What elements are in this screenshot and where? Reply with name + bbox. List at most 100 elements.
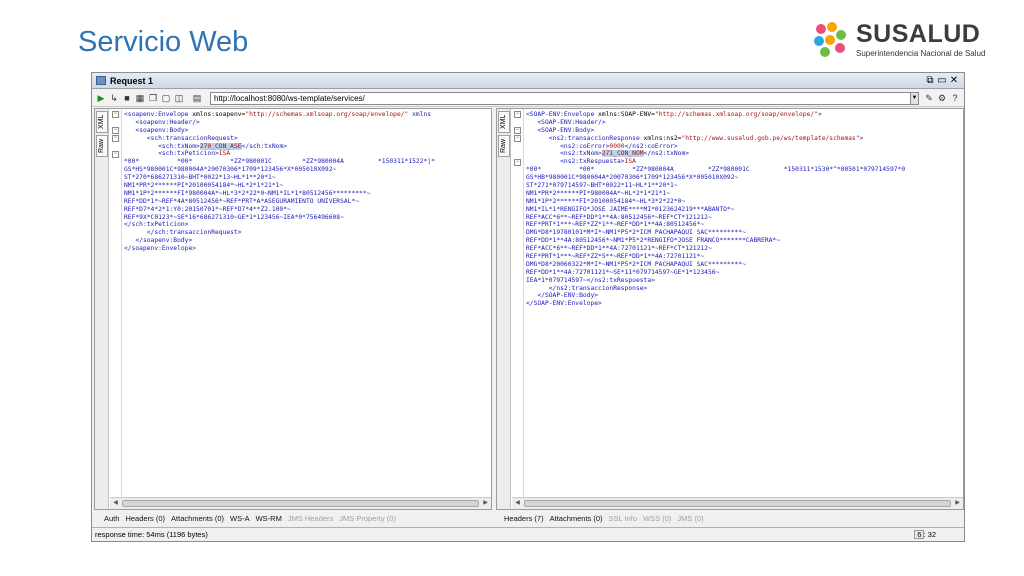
fold-toggle[interactable]: − [514,159,521,166]
code-line: <sch:transaccionRequest> [124,135,485,143]
code-line: *00* *00* *ZZ*980001C *ZZ*980004A *15031… [124,158,485,166]
scroll-left-icon[interactable]: ◀ [513,499,522,508]
endpoint-edit-icon[interactable]: ✎ [924,93,934,103]
response-side-tabs: XML Raw [497,109,511,509]
close-icon[interactable]: ✕ [948,75,960,86]
code-token: 271_CON_NOM [601,150,644,158]
format-icon[interactable]: ▤ [192,93,202,103]
tab-raw[interactable]: Raw [498,135,510,157]
stop-icon[interactable]: ■ [122,93,132,103]
code-token: ST*271*079714597~BHT*0022*11~HL*1**20*1~ [526,182,678,190]
split-icon[interactable]: ◫ [174,93,184,103]
tab-headers-7[interactable]: Headers (7) [504,514,544,523]
scroll-left-icon[interactable]: ◀ [111,499,120,508]
paste-icon[interactable]: ▢ [161,93,171,103]
tab-ws-rm[interactable]: WS-RM [256,514,282,523]
tab-jms-headers[interactable]: JMS Headers [288,514,333,523]
code-line: REF*PRT*1***~REF*ZZ*1**~REF*DD*1**4A:805… [526,221,957,229]
soapui-request-window: Request 1 ⧉ ▭ ✕ ▶ ↳ ■ ▦ ❐ ▢ ◫ ▤ http://loc… [91,72,965,542]
scrollbar-thumb[interactable] [524,500,951,507]
code-token: REF*D7*4*2*1:Y0:20150701*~REF*D7*4**Z2.1… [124,205,291,213]
code-line: NM1*1P*2******FI*20100054184*~HL*3*2*22*… [526,198,957,206]
fold-gutter: − − − − [110,109,122,509]
code-token: "http://www.susalud.gob.pe/ws/template/s… [681,134,860,142]
tab-attachments-0[interactable]: Attachments (0) [550,514,603,523]
code-token: <ns2:txRespuesta> [526,158,625,166]
fold-toggle[interactable]: − [112,135,119,142]
add-icon[interactable]: ↳ [109,93,119,103]
tab-wss-0[interactable]: WSS (0) [643,514,671,523]
code-token: </SOAP-ENV:Envelope> [526,300,602,308]
tab-raw[interactable]: Raw [96,135,108,157]
detach-icon[interactable]: ⧉ [924,75,936,86]
code-line: GS*HB*980001C*980004A*20070306*1709*1234… [526,174,957,182]
fold-toggle[interactable]: − [112,151,119,158]
code-line: NM1*IL*1*RENGIFO*JOSE JAIME****MI*012362… [526,206,957,214]
tab-headers-0[interactable]: Headers (0) [125,514,165,523]
tab-attachments-0[interactable]: Attachments (0) [171,514,224,523]
help-icon[interactable]: ? [950,93,960,103]
code-token: DMG*D8*19780101*M*I*~NM1*P5*2*ICM PACHAP… [526,229,746,237]
code-line: <soapenv:Envelope xmlns:soapenv="http://… [124,111,485,119]
code-token: </ns2:coError> [624,142,678,150]
code-token: REF*9X*C0123*~SE*16*686271310~GE*1*12345… [124,213,344,221]
fold-toggle[interactable]: − [514,127,521,134]
status-bar: response time: 54ms (1196 bytes) 6 : 32 [92,527,964,541]
play-icon[interactable]: ▶ [96,93,106,103]
window-controls: ⧉ ▭ ✕ [924,75,960,86]
tab-ssl-info[interactable]: SSL Info [609,514,638,523]
code-line: NM1*PR*2******PI*20100054184*~HL*2*1*21*… [124,182,485,190]
code-line: DMG*D8*19780101*M*I*~NM1*P5*2*ICM PACHAP… [526,229,957,237]
fold-toggle[interactable]: − [514,135,521,142]
fold-toggle[interactable]: − [514,111,521,118]
tab-xml[interactable]: XML [498,111,510,133]
code-line: <sch:txNom>270_CON_ASE</sch:txNom> [124,142,485,151]
code-token: </soapenv:Envelope> [124,245,197,253]
tab-jms-0[interactable]: JMS (0) [677,514,703,523]
response-xml-viewer[interactable]: <SOAP-ENV:Envelope xmlns:SOAP-ENV="http:… [526,111,957,493]
code-token: *00* *00* *ZZ*980004A *ZZ*980001C *15031… [526,166,906,174]
code-token: ST*270*686271310~BHT*0022*13~HL*1**20*1~ [124,174,276,182]
susalud-logo: SUSALUD Superintendencia Nacional de Sal… [812,20,992,60]
code-token: IEA*1*079714597~</ns2:txRespuesta> [526,276,655,284]
code-line: </sch:transaccionRequest> [124,229,485,237]
tab-ws-a[interactable]: WS-A [230,514,250,523]
code-token: REF*ACC*6**~REF*DD*1**4A:80512456*~REF*C… [526,213,712,221]
code-token: </ns2:transaccionResponse> [526,284,648,292]
code-token: REF*DD*1**4A:80512456*~NM1*P5*2*RENGIFO*… [526,237,781,245]
code-token: > [859,134,864,142]
code-token: GS*HB*980001C*980004A*20070306*1709*1234… [526,174,739,182]
code-token: > [817,111,822,118]
code-line: </soapenv:Body> [124,237,485,245]
maximize-icon[interactable]: ▭ [936,75,948,86]
grid-icon[interactable]: ▦ [135,93,145,103]
code-line: <soapenv:Header/> [124,119,485,127]
horizontal-scrollbar[interactable]: ◀ ▶ [512,497,963,509]
horizontal-scrollbar[interactable]: ◀ ▶ [110,497,491,509]
code-line: <SOAP-ENV:Envelope xmlns:SOAP-ENV="http:… [526,111,957,119]
scrollbar-thumb[interactable] [122,500,479,507]
scroll-right-icon[interactable]: ▶ [481,499,490,508]
code-token: xmlns:soapenv= [188,111,246,118]
code-line: REF*DD*1**4A:72701121*~SE*11*079714597~G… [526,269,957,277]
code-line: REF*DD*1*~REF*4A*80512456*~REF*PRT*A*ASE… [124,198,485,206]
fold-toggle[interactable]: − [112,111,119,118]
code-token: </SOAP-ENV:Body> [526,292,599,300]
window-titlebar: Request 1 ⧉ ▭ ✕ [92,73,964,89]
tab-jms-property-0[interactable]: JMS Property (0) [339,514,396,523]
code-line: IEA*1*079714597~</ns2:txRespuesta> [526,277,957,285]
response-bottom-tabs: Headers (7) Attachments (0) SSL Info WSS (0… [504,514,710,527]
tab-auth[interactable]: Auth [104,514,119,523]
chevron-down-icon[interactable]: ▼ [910,92,919,105]
fold-toggle[interactable]: − [112,127,119,134]
request-xml-editor[interactable]: <soapenv:Envelope xmlns:soapenv="http://… [124,111,485,493]
code-token: <SOAP-ENV:Header/> [526,118,606,126]
settings-icon[interactable]: ⚙ [937,93,947,103]
endpoint-url-input[interactable]: http://localhost:8080/ws-template/servic… [210,92,918,105]
code-token: </sch:transaccionRequest> [124,229,242,237]
code-line: REF*ACC*6**~REF*DD*1**4A:72701121*~REF*C… [526,245,957,253]
code-line: <SOAP-ENV:Body> [526,127,957,135]
copy-icon[interactable]: ❐ [148,93,158,103]
scroll-right-icon[interactable]: ▶ [953,499,962,508]
tab-xml[interactable]: XML [96,111,108,133]
